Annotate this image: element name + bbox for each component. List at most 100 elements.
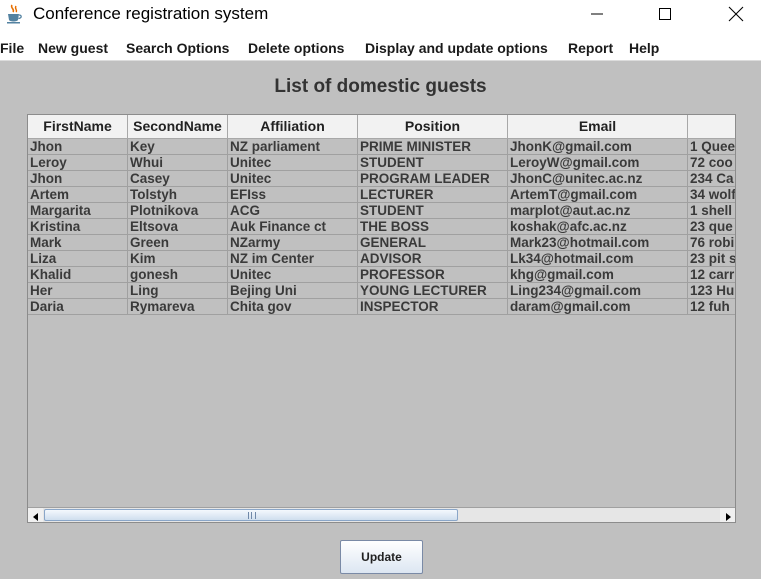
table-cell[interactable]: LeroyW@gmail.com	[508, 155, 688, 171]
table-row[interactable]: Mark Green NZarmy GENERAL Mark23@hotmail.com…	[28, 235, 735, 251]
menu-display-update-options[interactable]: Display and update options	[365, 40, 548, 56]
table-row[interactable]: Daria Rymareva Chita gov INSPECTOR daram@gma…	[28, 299, 735, 315]
table-cell[interactable]: Kristina	[28, 219, 128, 235]
scroll-left-button[interactable]	[28, 508, 43, 522]
table-row[interactable]: Liza Kim NZ im Center ADVISOR Lk34@hotmail.c…	[28, 251, 735, 267]
table-cell[interactable]: Jhon	[28, 139, 128, 155]
table-cell[interactable]: Ling234@gmail.com	[508, 283, 688, 299]
table-cell[interactable]: Unitec	[228, 155, 358, 171]
table-cell[interactable]: STUDENT	[358, 203, 508, 219]
table-cell[interactable]: Green	[128, 235, 228, 251]
table-cell[interactable]: Artem	[28, 187, 128, 203]
table-row[interactable]: Her Ling Bejing Uni YOUNG LECTURER Ling234@g…	[28, 283, 735, 299]
table-cell[interactable]: Mark	[28, 235, 128, 251]
table-cell[interactable]: GENERAL	[358, 235, 508, 251]
table-cell[interactable]: 34 wolf	[688, 187, 735, 203]
table-cell[interactable]: Unitec	[228, 171, 358, 187]
table-cell[interactable]: 12 fuh	[688, 299, 735, 315]
table-cell[interactable]: gonesh	[128, 267, 228, 283]
table-cell[interactable]: Khalid	[28, 267, 128, 283]
table-cell[interactable]: PROFESSOR	[358, 267, 508, 283]
menu-delete-options[interactable]: Delete options	[248, 40, 344, 56]
table-row[interactable]: Jhon Casey Unitec PROGRAM LEADER JhonC@unite…	[28, 171, 735, 187]
table-cell[interactable]: 23 pit s	[688, 251, 735, 267]
menu-help[interactable]: Help	[629, 40, 659, 56]
table-cell[interactable]: daram@gmail.com	[508, 299, 688, 315]
table-cell[interactable]: Her	[28, 283, 128, 299]
horizontal-scrollbar[interactable]	[28, 507, 735, 522]
table-row[interactable]: Kristina Eltsova Auk Finance ct THE BOSS kos…	[28, 219, 735, 235]
table-cell[interactable]: JhonK@gmail.com	[508, 139, 688, 155]
column-header[interactable]	[688, 115, 735, 139]
table-cell[interactable]: 234 Ca	[688, 171, 735, 187]
table-cell[interactable]: Daria	[28, 299, 128, 315]
table-cell[interactable]: JhonC@unitec.ac.nz	[508, 171, 688, 187]
table-cell[interactable]: Kim	[128, 251, 228, 267]
table-cell[interactable]: ADVISOR	[358, 251, 508, 267]
table-cell[interactable]: STUDENT	[358, 155, 508, 171]
scroll-thumb[interactable]	[44, 509, 458, 521]
table-cell[interactable]: Ling	[128, 283, 228, 299]
table-row[interactable]: Jhon Key NZ parliament PRIME MINISTER JhonK@…	[28, 139, 735, 155]
table-cell[interactable]: 72 coo	[688, 155, 735, 171]
minimize-icon	[590, 6, 604, 25]
table-cell[interactable]: PRIME MINISTER	[358, 139, 508, 155]
column-header[interactable]: SecondName	[128, 115, 228, 139]
table-cell[interactable]: Mark23@hotmail.com	[508, 235, 688, 251]
table-cell[interactable]: NZ parliament	[228, 139, 358, 155]
table-cell[interactable]: Margarita	[28, 203, 128, 219]
table-cell[interactable]: 1 shell	[688, 203, 735, 219]
table-cell[interactable]: 123 Hu	[688, 283, 735, 299]
table-cell[interactable]: Unitec	[228, 267, 358, 283]
table-cell[interactable]: Auk Finance ct	[228, 219, 358, 235]
minimize-button[interactable]	[574, 0, 620, 31]
table-cell[interactable]: Key	[128, 139, 228, 155]
maximize-button[interactable]	[642, 0, 688, 31]
column-header[interactable]: Position	[358, 115, 508, 139]
menu-file[interactable]: File	[0, 40, 24, 56]
table-cell[interactable]: Leroy	[28, 155, 128, 171]
column-header[interactable]: Affiliation	[228, 115, 358, 139]
table-cell[interactable]: Chita gov	[228, 299, 358, 315]
guest-table-frame: FirstName SecondName Affiliation Position Em…	[27, 114, 736, 523]
table-cell[interactable]: LECTURER	[358, 187, 508, 203]
table-cell[interactable]: Plotnikova	[128, 203, 228, 219]
table-cell[interactable]: 12 carr	[688, 267, 735, 283]
column-header[interactable]: Email	[508, 115, 688, 139]
table-cell[interactable]: Whui	[128, 155, 228, 171]
table-cell[interactable]: Eltsova	[128, 219, 228, 235]
close-button[interactable]	[713, 0, 759, 31]
menu-report[interactable]: Report	[568, 40, 613, 56]
column-header[interactable]: FirstName	[28, 115, 128, 139]
table-cell[interactable]: ArtemT@gmail.com	[508, 187, 688, 203]
table-cell[interactable]: marplot@aut.ac.nz	[508, 203, 688, 219]
table-cell[interactable]: YOUNG LECTURER	[358, 283, 508, 299]
table-cell[interactable]: Jhon	[28, 171, 128, 187]
table-cell[interactable]: koshak@afc.ac.nz	[508, 219, 688, 235]
table-cell[interactable]: PROGRAM LEADER	[358, 171, 508, 187]
table-cell[interactable]: 23 que	[688, 219, 735, 235]
table-row[interactable]: Margarita Plotnikova ACG STUDENT marplot@aut…	[28, 203, 735, 219]
menu-search-options[interactable]: Search Options	[126, 40, 229, 56]
table-row[interactable]: Artem Tolstyh EFIss LECTURER ArtemT@gmail.co…	[28, 187, 735, 203]
table-row[interactable]: Leroy Whui Unitec STUDENT LeroyW@gmail.com 72…	[28, 155, 735, 171]
table-cell[interactable]: Lk34@hotmail.com	[508, 251, 688, 267]
table-cell[interactable]: 76 robi	[688, 235, 735, 251]
table-cell[interactable]: Tolstyh	[128, 187, 228, 203]
table-cell[interactable]: INSPECTOR	[358, 299, 508, 315]
table-cell[interactable]: khg@gmail.com	[508, 267, 688, 283]
table-cell[interactable]: NZ im Center	[228, 251, 358, 267]
table-cell[interactable]: EFIss	[228, 187, 358, 203]
table-cell[interactable]: Liza	[28, 251, 128, 267]
table-cell[interactable]: Bejing Uni	[228, 283, 358, 299]
table-cell[interactable]: ACG	[228, 203, 358, 219]
table-cell[interactable]: NZarmy	[228, 235, 358, 251]
menu-new-guest[interactable]: New guest	[38, 40, 108, 56]
table-cell[interactable]: Casey	[128, 171, 228, 187]
table-row[interactable]: Khalid gonesh Unitec PROFESSOR khg@gmail.com…	[28, 267, 735, 283]
table-cell[interactable]: THE BOSS	[358, 219, 508, 235]
table-cell[interactable]: Rymareva	[128, 299, 228, 315]
table-cell[interactable]: 1 Quee	[688, 139, 735, 155]
scroll-right-button[interactable]	[720, 508, 735, 522]
update-button[interactable]: Update	[340, 540, 423, 574]
